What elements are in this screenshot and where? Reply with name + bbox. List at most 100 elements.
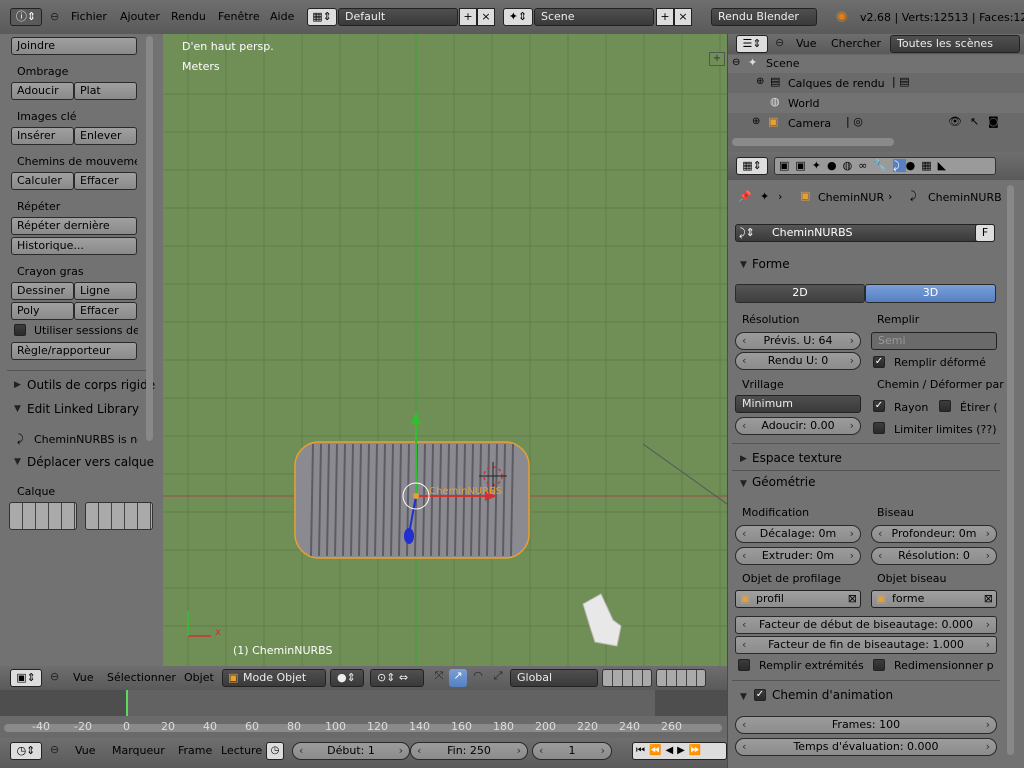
- deplacer-calque-header[interactable]: Déplacer vers calque: [27, 455, 154, 469]
- expand-arrow-icon[interactable]: ▼: [14, 404, 21, 414]
- editor-type-3d-button[interactable]: ▣⇕: [10, 669, 42, 687]
- properties-scrollbar[interactable]: [1007, 185, 1014, 755]
- timeline-area[interactable]: [0, 690, 727, 738]
- menu-selectionner[interactable]: Sélectionner: [107, 671, 176, 684]
- expand-arrow-icon[interactable]: ▼: [740, 260, 747, 270]
- editor-type-properties-button[interactable]: ▦⇕: [736, 157, 768, 175]
- layout-selector[interactable]: Default: [338, 8, 458, 26]
- regle-button[interactable]: Règle/rapporteur: [11, 342, 137, 360]
- menu-frame[interactable]: Frame: [178, 744, 212, 757]
- extrude-field[interactable]: Extruder: 0m: [735, 547, 861, 565]
- expand-arrow-icon[interactable]: ▼: [740, 479, 747, 489]
- path-animation-header[interactable]: Chemin d'animation: [772, 688, 893, 702]
- adoucir-button[interactable]: Adoucir: [11, 82, 74, 100]
- translate-icon[interactable]: ↗: [449, 669, 467, 687]
- scale-icon[interactable]: ⤢: [489, 669, 507, 687]
- menu-objet[interactable]: Objet: [184, 671, 214, 684]
- outliner-filter[interactable]: Toutes les scènes: [890, 35, 1020, 53]
- clear-bevel-icon[interactable]: ⊠: [984, 591, 993, 607]
- outliner-row-scene[interactable]: ⊖ ✦ Scene: [728, 55, 1024, 73]
- visibility-eye-icon[interactable]: 👁: [948, 115, 962, 128]
- playback-controls[interactable]: ⏮⏪◀▶⏩: [632, 742, 727, 760]
- expand-arrow-icon[interactable]: ▼: [740, 692, 747, 702]
- bevel-depth-field[interactable]: Profondeur: 0m: [871, 525, 997, 543]
- collapse-menu-icon[interactable]: ⊖: [50, 743, 59, 756]
- rotate-icon[interactable]: ◠: [469, 669, 487, 687]
- render-u-field[interactable]: Rendu U: 0: [735, 352, 861, 370]
- path-animation-checkbox[interactable]: ✓: [754, 689, 766, 701]
- historique-button[interactable]: Historique...: [11, 237, 137, 255]
- collapse-arrow-icon[interactable]: ▶: [740, 454, 747, 464]
- clear-taper-icon[interactable]: ⊠: [848, 591, 857, 607]
- collapse-menu-icon[interactable]: ⊖: [50, 670, 59, 683]
- menu-ajouter[interactable]: Ajouter: [120, 0, 160, 34]
- current-frame-marker[interactable]: [126, 690, 128, 716]
- collapse-menu-icon[interactable]: ⊖: [50, 10, 59, 23]
- eval-time-field[interactable]: Temps d'évaluation: 0.000: [735, 738, 997, 756]
- bevel-resolution-field[interactable]: Résolution: 0: [871, 547, 997, 565]
- scene-selector[interactable]: Scene: [534, 8, 654, 26]
- preview-range-button[interactable]: ◷: [266, 742, 284, 760]
- 2d-tab[interactable]: 2D: [735, 284, 865, 303]
- geometry-header[interactable]: Géométrie: [752, 475, 815, 489]
- toolshelf-scrollbar[interactable]: [146, 36, 153, 441]
- plat-button[interactable]: Plat: [74, 82, 137, 100]
- scene-icon[interactable]: ✦⇕: [503, 8, 533, 26]
- calculer-button[interactable]: Calculer: [11, 172, 74, 190]
- menu-vue[interactable]: Vue: [73, 671, 94, 684]
- outliner-row-render-layers[interactable]: ⊕ ▤ Calques de rendu | ▤: [728, 73, 1024, 93]
- 3d-viewport[interactable]: D'en haut persp. Meters CheminNURBS x (1…: [163, 34, 727, 666]
- layout-icon[interactable]: ▦⇕: [307, 8, 337, 26]
- inserer-button[interactable]: Insérer: [11, 127, 74, 145]
- fill-mode-selector[interactable]: Semi: [871, 332, 997, 350]
- outliner-row-camera[interactable]: ⊕ ▣ Camera | ◎ 👁 ↖ ◙: [728, 113, 1024, 133]
- forme-panel-header[interactable]: Forme: [752, 257, 790, 271]
- orientation-selector[interactable]: Global: [510, 669, 598, 687]
- manipulator-icon[interactable]: ⤧: [430, 669, 448, 687]
- timeline-scrollbar[interactable]: [4, 724, 722, 732]
- remove-scene-button[interactable]: ×: [674, 8, 692, 26]
- outliner-menu-chercher[interactable]: Chercher: [831, 37, 881, 50]
- collapse-arrow-icon[interactable]: ▶: [14, 380, 21, 390]
- twist-method-selector[interactable]: Minimum: [735, 395, 861, 413]
- collapse-toggle-icon[interactable]: ⊖: [732, 57, 740, 68]
- start-frame-field[interactable]: Début: 1: [292, 742, 410, 760]
- viewport-plus-icon[interactable]: +: [709, 52, 725, 66]
- poly-button[interactable]: Poly: [11, 302, 74, 320]
- properties-context-tabs[interactable]: ▣▣✦●◍∞🔧⤸●▦◣: [774, 157, 996, 175]
- effacer-button[interactable]: Effacer: [74, 172, 137, 190]
- twist-smooth-field[interactable]: Adoucir: 0.00: [735, 417, 861, 435]
- menu-fenetre[interactable]: Fenêtre: [218, 0, 260, 34]
- taper-object-field[interactable]: ▣ profil ⊠: [735, 590, 861, 608]
- editor-type-info-button[interactable]: ⓘ⇕: [10, 8, 42, 26]
- offset-field[interactable]: Décalage: 0m: [735, 525, 861, 543]
- bevel-end-factor-field[interactable]: Facteur de fin de biseautage: 1.000: [735, 636, 997, 654]
- layer-grid-2[interactable]: [85, 502, 153, 530]
- stretch-checkbox[interactable]: [939, 400, 951, 412]
- editor-type-outliner-button[interactable]: ☰⇕: [736, 35, 768, 53]
- shading-selector[interactable]: ●⇕: [330, 669, 364, 687]
- 3d-tab[interactable]: 3D: [865, 284, 996, 303]
- outliner-menu-vue[interactable]: Vue: [796, 37, 817, 50]
- sessions-checkbox[interactable]: [14, 324, 26, 336]
- pin-icon[interactable]: 📌: [738, 190, 752, 203]
- expand-toggle-icon[interactable]: ⊕: [756, 76, 764, 87]
- outliner-scrollbar[interactable]: [732, 138, 894, 146]
- render-engine-selector[interactable]: Rendu Blender: [711, 8, 817, 26]
- datablock-name[interactable]: CheminNURBS: [772, 225, 852, 241]
- remove-layout-button[interactable]: ×: [477, 8, 495, 26]
- editor-type-timeline-button[interactable]: ◷⇕: [10, 742, 42, 760]
- menu-aide[interactable]: Aide: [270, 0, 294, 34]
- add-scene-button[interactable]: +: [656, 8, 674, 26]
- bounds-clamp-checkbox[interactable]: [873, 422, 885, 434]
- layers-grid-1[interactable]: [602, 669, 652, 687]
- enlever-button[interactable]: Enlever: [74, 127, 137, 145]
- fake-user-button[interactable]: F: [975, 224, 995, 242]
- joindre-button[interactable]: Joindre: [11, 37, 137, 55]
- selectable-cursor-icon[interactable]: ↖: [970, 115, 979, 128]
- datablock-selector[interactable]: ⤸⇕ CheminNURBS: [735, 224, 995, 242]
- end-frame-field[interactable]: Fin: 250: [410, 742, 528, 760]
- collapse-menu-icon[interactable]: ⊖: [775, 36, 784, 49]
- frames-field[interactable]: Frames: 100: [735, 716, 997, 734]
- render-camera-icon[interactable]: ◙: [988, 115, 999, 128]
